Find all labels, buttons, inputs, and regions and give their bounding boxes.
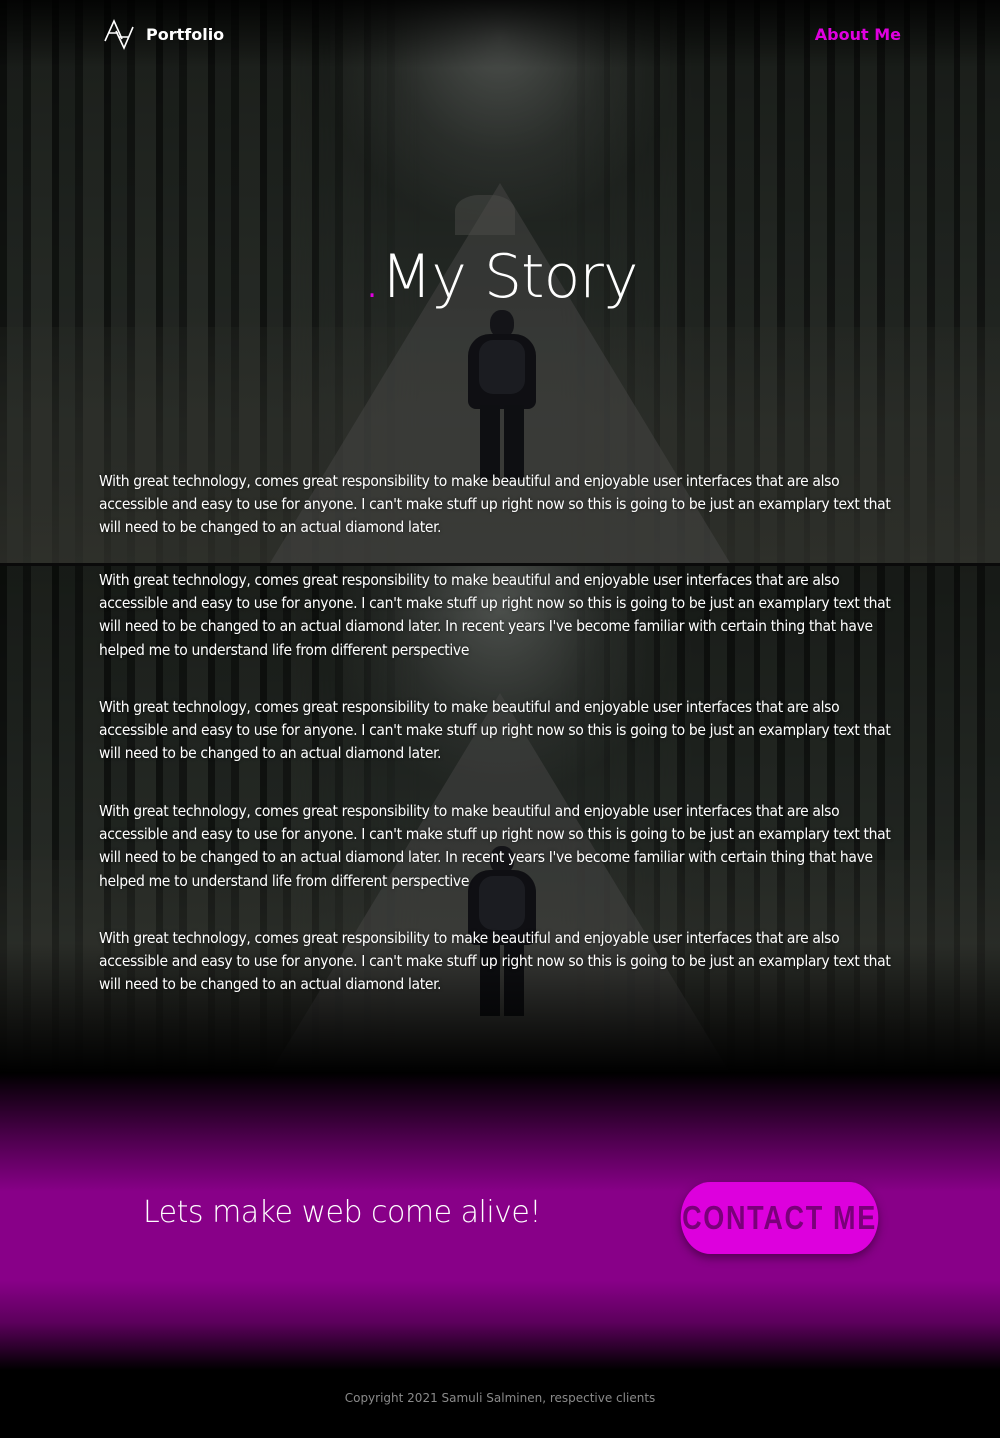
footer-copyright: Copyright 2021 Samuli Salminen, respecti… <box>344 1391 656 1405</box>
contact-me-button[interactable]: CONTACT ME <box>680 1182 879 1254</box>
brand-home-link[interactable]: Portfolio <box>102 17 224 51</box>
brand-label: Portfolio <box>146 24 225 44</box>
story-paragraph: With great technology, comes great respo… <box>99 472 891 537</box>
page-title-text: My Story <box>380 242 639 312</box>
title-accent-dot: . <box>362 242 382 312</box>
sv-monogram-logo-icon <box>104 19 134 50</box>
story-paragraph: With great technology, comes great respo… <box>99 802 891 890</box>
page-title: .My Story <box>0 240 1000 314</box>
story-paragraph: With great technology, comes great respo… <box>99 571 891 659</box>
story-paragraph: With great technology, comes great respo… <box>99 929 891 994</box>
nav-link-about-me[interactable]: About Me <box>815 25 901 44</box>
site-header: Portfolio About Me <box>0 0 1000 68</box>
cta-heading: Lets make web come alive! <box>143 1195 541 1230</box>
story-paragraph: With great technology, comes great respo… <box>99 698 891 763</box>
